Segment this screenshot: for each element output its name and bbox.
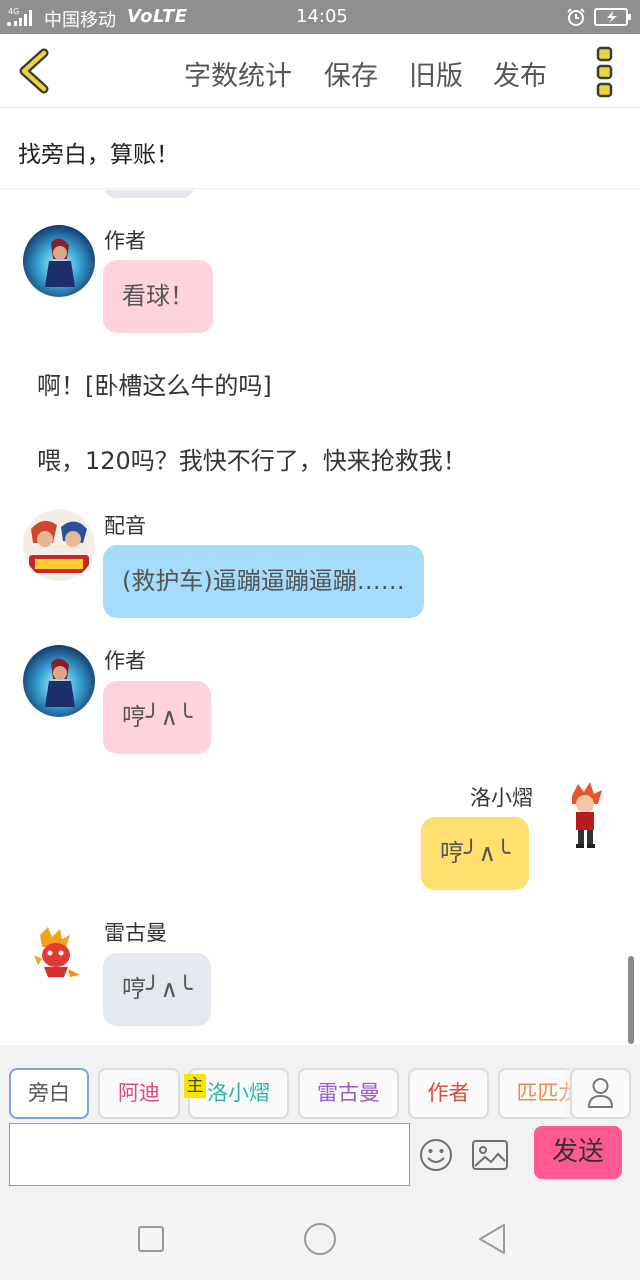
send-button[interactable]: 发送 <box>534 1126 622 1179</box>
person-icon <box>587 1078 614 1108</box>
home-icon[interactable] <box>302 1221 338 1257</box>
save-button[interactable]: 保存 <box>324 54 378 93</box>
more-menu-icon[interactable] <box>594 46 616 98</box>
author-avatar[interactable] <box>23 645 95 717</box>
role-selector: 旁白 阿迪 洛小熠 雷古曼 作者 匹匹龙 <box>0 1045 640 1121</box>
recent-apps-icon[interactable] <box>133 1221 169 1257</box>
word-count-button[interactable]: 字数统计 <box>184 54 292 93</box>
speaker-name: 雷古曼 <box>104 921 167 945</box>
dubbing-avatar[interactable] <box>23 509 95 581</box>
chat-list[interactable]: 作者 看球！ 啊！[卧槽这么牛的吗] 喂，120吗？我快不行了，快来抢救我！ 配… <box>0 190 640 1045</box>
message-bubble[interactable]: 哼╯∧╰ <box>421 817 530 890</box>
previous-message-bubble[interactable] <box>104 190 194 198</box>
speaker-name: 作者 <box>104 649 146 673</box>
speaker-name: 作者 <box>104 229 146 253</box>
status-bar: 4G 中国移动 VoLTE 14:05 <box>0 0 640 34</box>
role-label: 作者 <box>427 1081 470 1105</box>
chat-scrollbar[interactable] <box>628 956 634 1044</box>
image-icon[interactable] <box>471 1139 509 1171</box>
luoxiaoyi-avatar[interactable] <box>562 782 608 852</box>
narration-text[interactable]: 啊！[卧槽这么牛的吗] <box>37 366 272 401</box>
leiguman-avatar[interactable] <box>30 925 82 983</box>
volte-label: VoLTE <box>127 6 188 27</box>
message-bubble[interactable]: 哼╯∧╰ <box>103 681 212 754</box>
publish-button[interactable]: 发布 <box>493 54 547 93</box>
back-icon[interactable] <box>474 1221 510 1257</box>
role-label: 洛小熠 <box>207 1081 270 1105</box>
speaker-name: 洛小熠 <box>470 786 533 810</box>
old-version-button[interactable]: 旧版 <box>409 54 463 93</box>
role-chip-leiguman[interactable]: 雷古曼 <box>298 1068 399 1119</box>
author-avatar[interactable] <box>23 225 95 297</box>
message-input[interactable] <box>9 1123 410 1186</box>
back-chevron-icon[interactable] <box>14 48 54 94</box>
role-label: 雷古曼 <box>317 1081 380 1105</box>
emoji-icon[interactable] <box>419 1138 453 1172</box>
message-bubble[interactable]: 看球！ <box>103 260 213 333</box>
carrier-label: 中国移动 <box>44 10 116 31</box>
main-role-badge: 主 <box>184 1074 206 1098</box>
top-toolbar: 字数统计 保存 旧版 发布 <box>0 34 640 108</box>
role-manager-button[interactable] <box>570 1068 631 1119</box>
message-bubble[interactable]: (救护车)逼蹦逼蹦逼蹦…… <box>103 545 424 618</box>
story-title: 找旁白，算账！ <box>18 142 179 168</box>
signal-icon: 4G <box>7 7 32 26</box>
narration-text[interactable]: 喂，120吗？我快不行了，快来抢救我！ <box>37 441 467 476</box>
story-title-bar[interactable]: 找旁白，算账！ <box>0 109 640 189</box>
speaker-name: 配音 <box>104 514 146 538</box>
message-bubble[interactable]: 哼╯∧╰ <box>103 953 212 1026</box>
network-type: 4G <box>8 7 19 16</box>
role-chip-narrator[interactable]: 旁白 <box>9 1068 89 1119</box>
input-bar: 发送 <box>0 1121 640 1193</box>
role-label: 阿迪 <box>118 1081 160 1105</box>
role-chip-adi[interactable]: 阿迪 <box>98 1068 180 1119</box>
clock: 14:05 <box>296 6 348 27</box>
role-chip-author[interactable]: 作者 <box>408 1068 489 1119</box>
role-label: 旁白 <box>28 1081 70 1105</box>
battery-charging-icon <box>594 8 631 26</box>
system-nav-bar <box>0 1193 640 1280</box>
alarm-icon <box>567 8 585 26</box>
